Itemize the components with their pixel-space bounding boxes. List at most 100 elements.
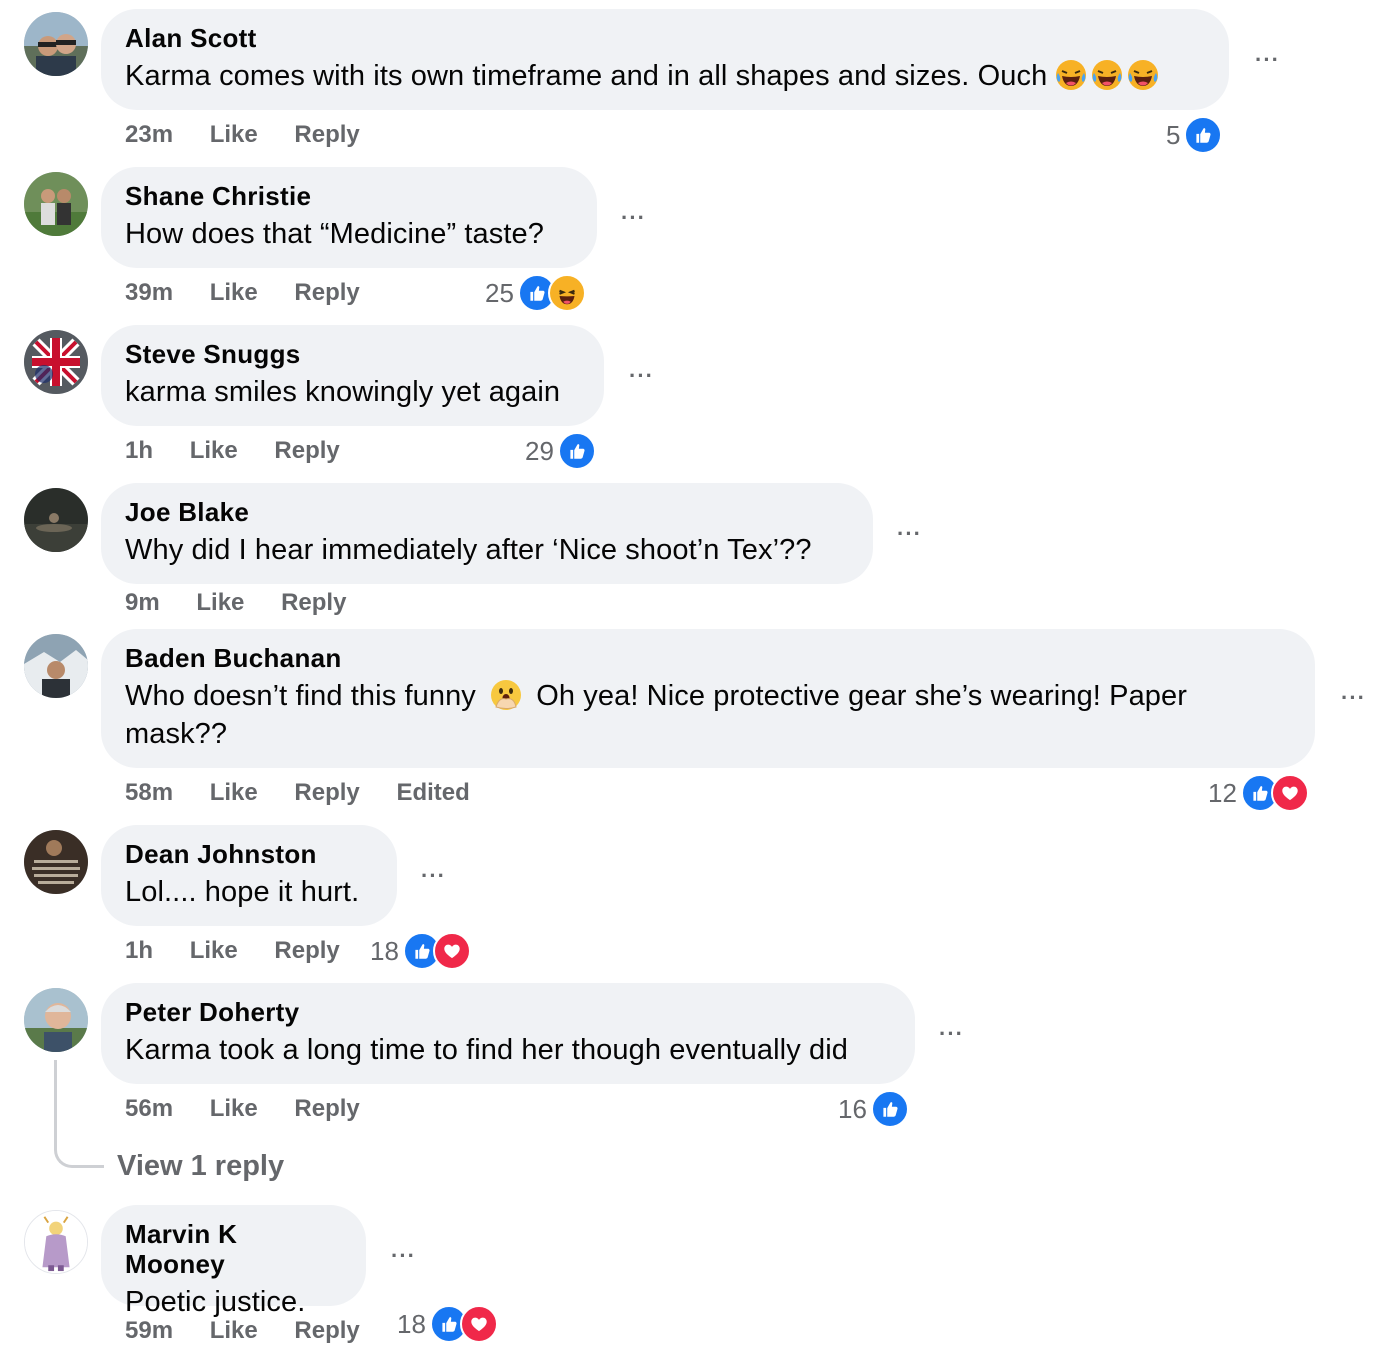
like-button[interactable]: Like (196, 589, 244, 616)
like-button[interactable]: Like (210, 1317, 258, 1344)
comment-timestamp[interactable]: 58m (125, 779, 173, 806)
comment-bubble: Alan Scott Karma comes with its own time… (101, 9, 1229, 110)
rolling-laughing-icon (1055, 59, 1087, 91)
more-options-button[interactable]: ··· (939, 1023, 964, 1045)
comment-actions: 1h Like Reply (125, 436, 370, 466)
comment-actions: 39m Like Reply (125, 278, 390, 308)
comment-actions: 58m Like Reply Edited (125, 778, 500, 808)
like-icon (1184, 116, 1223, 154)
hand-over-mouth-icon (490, 679, 522, 711)
edited-label[interactable]: Edited (396, 779, 469, 806)
comment-actions: 9m Like Reply (125, 588, 376, 618)
comment-bubble: Peter Doherty Karma took a long time to … (101, 983, 915, 1084)
comment-bubble: Marvin K Mooney Poetic justice. (101, 1205, 366, 1318)
comment-timestamp[interactable]: 1h (125, 437, 153, 464)
love-icon (432, 932, 471, 970)
reaction-count: 12 (1208, 777, 1237, 808)
comment-bubble: Shane Christie How does that “Medicine” … (101, 167, 597, 268)
comment-text: Lol.... hope it hurt. (125, 876, 360, 908)
reaction-summary[interactable]: 18 (370, 932, 471, 970)
rolling-laughing-icon (1091, 59, 1123, 91)
view-replies-button[interactable]: View 1 reply (117, 1148, 284, 1184)
reply-button[interactable]: Reply (274, 937, 339, 964)
like-button[interactable]: Like (210, 1095, 258, 1122)
reaction-summary[interactable]: 12 (1208, 774, 1309, 812)
reaction-summary[interactable]: 5 (1166, 116, 1223, 154)
reaction-count: 29 (525, 435, 554, 466)
like-button[interactable]: Like (190, 437, 238, 464)
more-options-button[interactable]: ··· (391, 1245, 416, 1267)
like-button[interactable]: Like (210, 779, 258, 806)
comment-bubble: Steve Snuggs karma smiles knowingly yet … (101, 325, 604, 426)
love-icon (1270, 774, 1309, 812)
comment-author[interactable]: Shane Christie (125, 181, 573, 211)
more-options-button[interactable]: ··· (897, 523, 922, 545)
reaction-summary[interactable]: 25 (485, 274, 586, 312)
comment-bubble: Joe Blake Why did I hear immediately aft… (101, 483, 873, 584)
reply-button[interactable]: Reply (294, 279, 359, 306)
avatar[interactable] (24, 634, 88, 698)
comment-text: How does that “Medicine” taste? (125, 218, 544, 250)
comment-text: Why did I hear immediately after ‘Nice s… (125, 534, 812, 566)
reaction-count: 5 (1166, 119, 1181, 150)
avatar[interactable] (24, 330, 88, 394)
comment-author[interactable]: Steve Snuggs (125, 339, 580, 369)
more-options-button[interactable]: ··· (1255, 49, 1280, 71)
like-button[interactable]: Like (190, 937, 238, 964)
comment-actions: 59m Like Reply (125, 1316, 390, 1346)
love-icon (459, 1305, 498, 1343)
comment-actions: 23m Like Reply (125, 120, 390, 150)
comment-timestamp[interactable]: 56m (125, 1095, 173, 1122)
avatar[interactable] (24, 172, 88, 236)
reply-button[interactable]: Reply (281, 589, 346, 616)
comment-author[interactable]: Baden Buchanan (125, 643, 1291, 673)
comment-timestamp[interactable]: 9m (125, 589, 160, 616)
reaction-count: 18 (397, 1308, 426, 1339)
comment-author[interactable]: Dean Johnston (125, 839, 373, 869)
reaction-summary[interactable]: 16 (838, 1090, 909, 1128)
thread-connector-line (54, 1060, 104, 1168)
comment-author[interactable]: Alan Scott (125, 23, 1205, 53)
comment-author[interactable]: Joe Blake (125, 497, 849, 527)
reaction-count: 16 (838, 1093, 867, 1124)
avatar[interactable] (24, 12, 88, 76)
reply-button[interactable]: Reply (294, 779, 359, 806)
comment-text: Who doesn’t find this funny Oh yea! Nice… (125, 677, 1291, 753)
comment-text-content: Who doesn’t find this funny (125, 680, 476, 712)
comment-timestamp[interactable]: 23m (125, 121, 173, 148)
comment-text: Karma took a long time to find her thoug… (125, 1034, 848, 1066)
reply-button[interactable]: Reply (294, 121, 359, 148)
comment-timestamp[interactable]: 59m (125, 1317, 173, 1344)
comment-author[interactable]: Peter Doherty (125, 997, 891, 1027)
haha-icon (547, 274, 586, 312)
comment-actions: 1h Like Reply (125, 936, 370, 966)
comment-author[interactable]: Marvin K Mooney (125, 1219, 342, 1279)
comment-text: karma smiles knowingly yet again (125, 376, 561, 408)
comment-text-content: Karma comes with its own timeframe and i… (125, 60, 1048, 92)
reply-button[interactable]: Reply (294, 1317, 359, 1344)
more-options-button[interactable]: ··· (629, 365, 654, 387)
reply-button[interactable]: Reply (294, 1095, 359, 1122)
more-options-button[interactable]: ··· (621, 207, 646, 229)
like-button[interactable]: Like (210, 121, 258, 148)
comment-timestamp[interactable]: 39m (125, 279, 173, 306)
more-options-button[interactable]: ··· (1341, 687, 1366, 709)
reaction-summary[interactable]: 29 (525, 432, 596, 470)
comment-bubble: Baden Buchanan Who doesn’t find this fun… (101, 629, 1315, 768)
reaction-count: 18 (370, 935, 399, 966)
like-icon (557, 432, 596, 470)
more-options-button[interactable]: ··· (421, 865, 446, 887)
avatar[interactable] (24, 1210, 88, 1274)
reaction-summary[interactable]: 18 (397, 1305, 498, 1343)
reply-button[interactable]: Reply (274, 437, 339, 464)
rolling-laughing-icon (1127, 59, 1159, 91)
avatar[interactable] (24, 488, 88, 552)
like-button[interactable]: Like (210, 279, 258, 306)
comment-timestamp[interactable]: 1h (125, 937, 153, 964)
comment-actions: 56m Like Reply (125, 1094, 390, 1124)
comment-text: Karma comes with its own timeframe and i… (125, 57, 1205, 95)
like-icon (870, 1090, 909, 1128)
comment-bubble: Dean Johnston Lol.... hope it hurt. (101, 825, 397, 926)
avatar[interactable] (24, 988, 88, 1052)
avatar[interactable] (24, 830, 88, 894)
